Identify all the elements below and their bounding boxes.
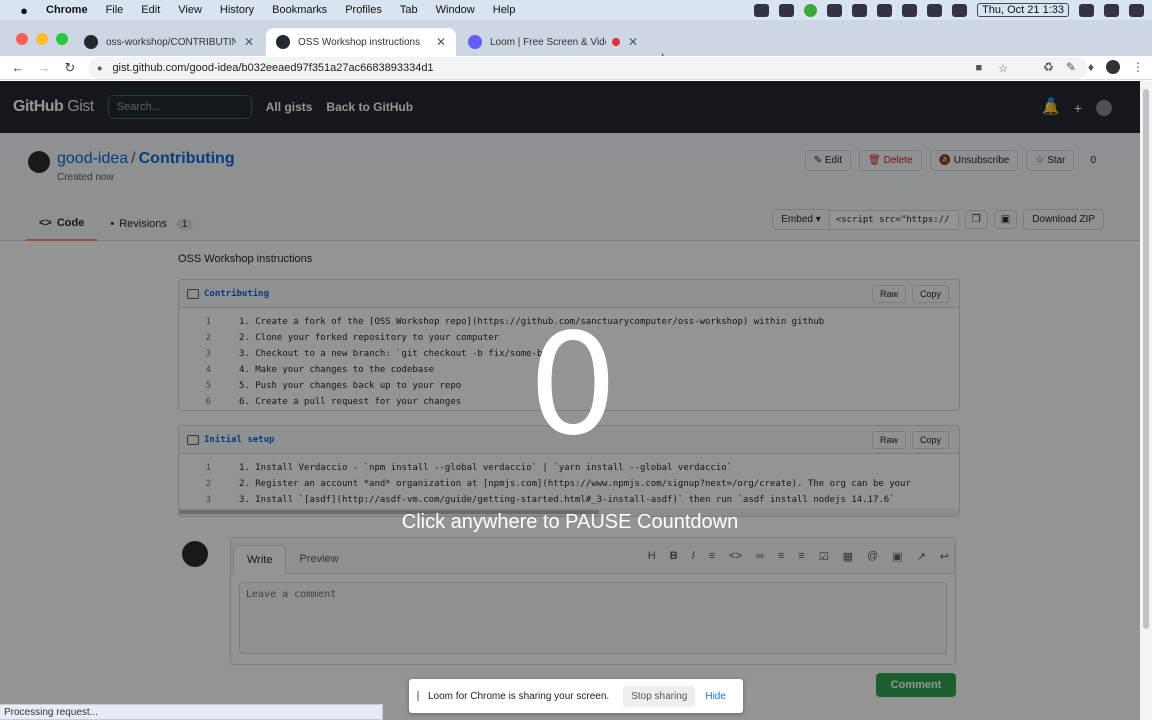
menu-edit[interactable]: Edit (141, 4, 160, 16)
chrome-menu-icon[interactable]: ⋮ (1132, 60, 1144, 74)
window-controls (16, 33, 68, 45)
menu-bookmarks[interactable]: Bookmarks (272, 4, 327, 16)
countdown-overlay[interactable]: 0 Click anywhere to PAUSE Countdown (0, 81, 1140, 720)
reload-icon[interactable]: ↻ (62, 60, 78, 76)
control-center-icon[interactable] (1104, 3, 1119, 17)
close-tab-icon[interactable]: ✕ (628, 35, 638, 49)
forward-icon[interactable]: → (36, 60, 52, 75)
menu-chrome[interactable]: Chrome (46, 4, 88, 16)
badge-tray-icon[interactable] (804, 3, 818, 17)
sync-icon[interactable] (877, 3, 893, 17)
play-icon[interactable] (952, 3, 968, 17)
pause-countdown-message[interactable]: Click anywhere to PAUSE Countdown (0, 511, 1140, 534)
tab-title: Loom | Free Screen & Video (490, 36, 606, 48)
drag-handle-icon[interactable] (417, 691, 419, 701)
back-icon[interactable]: ← (10, 60, 26, 75)
close-tab-icon[interactable]: ✕ (436, 35, 446, 49)
hide-button[interactable]: Hide (705, 691, 726, 702)
url-text[interactable]: gist.github.com/good-idea/b032eeaed97f35… (112, 62, 433, 74)
browser-toolbar: ← → ↻ ● gist.github.com/good-idea/b032ee… (0, 56, 1152, 80)
menu-history[interactable]: History (220, 4, 254, 16)
stop-sharing-button[interactable]: Stop sharing (623, 685, 696, 707)
github-icon (276, 35, 290, 49)
menu-file[interactable]: File (106, 4, 124, 16)
tab-loom[interactable]: Loom | Free Screen & Video ✕ (458, 28, 648, 56)
countdown-number: 0 (528, 304, 618, 467)
menu-window[interactable]: Window (436, 4, 475, 16)
browser-tabstrip: oss-workshop/CONTRIBUTING.m ✕ OSS Worksh… (0, 20, 1152, 67)
dropbox-icon[interactable] (852, 3, 868, 17)
status-bar: Processing request... (0, 704, 383, 720)
bluetooth-icon[interactable] (902, 3, 918, 17)
extensions-area: ♻ ✎ ♦ ⋮ (1043, 60, 1144, 74)
tab-title: oss-workshop/CONTRIBUTING.m (106, 36, 236, 48)
menu-profiles[interactable]: Profiles (345, 4, 382, 16)
loom-icon (468, 35, 482, 49)
bookmark-star-icon[interactable]: ☆ (998, 62, 1008, 75)
puzzle-icon[interactable]: ♦ (1088, 60, 1094, 74)
menubar-clock[interactable]: Thu, Oct 21 1:33 (977, 3, 1069, 17)
address-bar[interactable]: ● gist.github.com/good-idea/b032eeaed97f… (88, 57, 1088, 79)
tab-title: OSS Workshop instructions (298, 36, 421, 48)
zoom-window-icon[interactable] (56, 33, 68, 45)
wifi-icon[interactable] (1079, 3, 1094, 17)
recycle-extension-icon[interactable]: ♻ (1043, 60, 1054, 74)
copy-tray-icon[interactable] (827, 3, 843, 17)
minimize-window-icon[interactable] (36, 33, 48, 45)
maps-tray-icon[interactable] (779, 3, 795, 17)
menu-tab[interactable]: Tab (400, 4, 418, 16)
close-tab-icon[interactable]: ✕ (244, 35, 254, 49)
camera-icon[interactable]: ■ (975, 62, 982, 75)
profile-avatar[interactable] (1106, 60, 1120, 74)
tab-oss-workshop[interactable]: OSS Workshop instructions ✕ (266, 28, 456, 56)
close-window-icon[interactable] (16, 33, 28, 45)
menubar-status-area: Thu, Oct 21 1:33 (754, 0, 1144, 20)
tab-contributing[interactable]: oss-workshop/CONTRIBUTING.m ✕ (74, 28, 264, 56)
menu-view[interactable]: View (178, 4, 202, 16)
macos-menubar: ● Chrome File Edit View History Bookmark… (0, 0, 1152, 20)
menu-help[interactable]: Help (493, 4, 516, 16)
address-bar-actions: ■ ☆ (975, 62, 1008, 75)
apple-icon[interactable]: ● (16, 3, 32, 18)
loom-tray-icon[interactable] (754, 3, 770, 17)
lock-icon[interactable]: ● (97, 63, 102, 73)
loom-sharing-bar: Loom for Chrome is sharing your screen. … (409, 679, 743, 713)
extension-icon[interactable]: ✎ (1066, 60, 1076, 74)
github-icon (84, 35, 98, 49)
sharing-message: Loom for Chrome is sharing your screen. (428, 690, 610, 702)
recording-icon (611, 38, 620, 46)
spotlight-icon[interactable] (1129, 3, 1144, 17)
battery-icon[interactable] (927, 3, 943, 17)
